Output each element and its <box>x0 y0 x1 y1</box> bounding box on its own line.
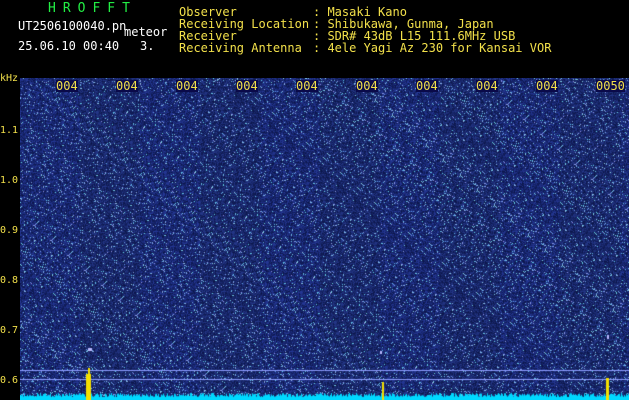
x-tick-8: 004 <box>476 79 498 93</box>
x-tick-6: 004 <box>356 79 378 93</box>
y-tick-0-9: 0.9 <box>0 225 19 236</box>
antenna-value: : 4ele Yagi Az 230 for Kansai VOR <box>313 41 552 55</box>
observation-datetime: 25.06.10 00:40 <box>18 39 120 53</box>
x-tick-9: 004 <box>536 79 558 93</box>
x-tick-1: 004 <box>56 79 78 93</box>
y-axis-unit: kHz <box>0 73 19 84</box>
meteor-count: 3. <box>140 39 155 53</box>
y-tick-0-7: 0.7 <box>0 325 19 336</box>
x-tick-3: 004 <box>176 79 198 93</box>
y-tick-1-0: 1.0 <box>0 175 19 186</box>
y-tick-1-1: 1.1 <box>0 125 19 136</box>
x-tick-5: 004 <box>296 79 318 93</box>
x-tick-4: 004 <box>236 79 258 93</box>
spectrogram <box>20 78 629 400</box>
y-tick-0-6: 0.6 <box>0 375 19 386</box>
observation-type: meteor <box>124 25 168 39</box>
app-logo: HROFFT <box>48 1 137 16</box>
y-tick-0-8: 0.8 <box>0 275 19 286</box>
file-name: UT2506100040.pn <box>18 19 127 33</box>
antenna-label: Receiving Antenna <box>179 41 302 55</box>
x-tick-10: 0050 <box>596 79 625 93</box>
x-tick-7: 004 <box>416 79 438 93</box>
x-tick-2: 004 <box>116 79 138 93</box>
